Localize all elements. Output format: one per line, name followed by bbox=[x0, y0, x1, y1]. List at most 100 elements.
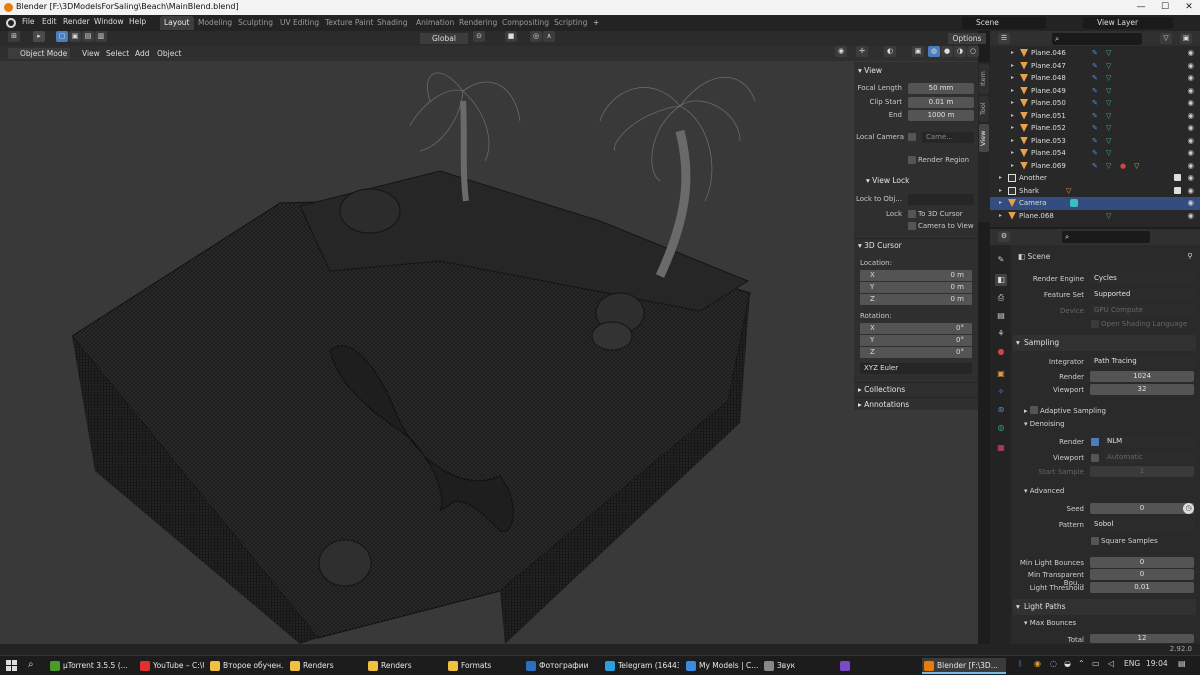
mesh-data-icon[interactable]: ▽ bbox=[1106, 62, 1114, 70]
network-icon[interactable]: ▭ bbox=[1092, 659, 1100, 668]
select-mode-icon[interactable]: ▢ bbox=[56, 31, 68, 42]
menu-add[interactable]: Add bbox=[135, 48, 150, 59]
mesh-data-icon[interactable]: ▽ bbox=[1106, 87, 1114, 95]
tab-compositing[interactable]: Compositing bbox=[498, 16, 553, 30]
taskbar-item[interactable] bbox=[838, 658, 856, 674]
outliner-row[interactable]: ▸ Another ◉ bbox=[990, 172, 1200, 185]
eye-icon[interactable]: ◉ bbox=[1187, 61, 1194, 70]
denoise-viewport-checkbox[interactable] bbox=[1091, 454, 1099, 462]
chevron-up-icon[interactable]: ⌃ bbox=[1078, 659, 1085, 668]
advanced-header[interactable]: ▾ Advanced bbox=[1024, 487, 1064, 495]
mesh-data-icon[interactable]: ▽ bbox=[1106, 212, 1114, 220]
render-samples-field[interactable]: 1024 bbox=[1090, 371, 1194, 382]
outliner-row[interactable]: ▸ Plane.069 ▽ ✎ ● ▽ ◉ bbox=[990, 160, 1200, 173]
viewport-samples-field[interactable]: 32 bbox=[1090, 384, 1194, 395]
editor-type-icon[interactable]: ⊞ bbox=[8, 31, 20, 42]
outliner-row[interactable]: ▸ Plane.054 ▽ ✎ ◉ bbox=[990, 147, 1200, 160]
select-intersect-icon[interactable]: ▥ bbox=[95, 31, 107, 42]
tray-app-icon[interactable]: ◉ bbox=[1034, 659, 1041, 668]
falloff-icon[interactable]: ∧ bbox=[543, 31, 555, 42]
outliner-row[interactable]: ▸ Plane.053 ▽ ✎ ◉ bbox=[990, 135, 1200, 148]
chevron-right-icon[interactable]: ▸ bbox=[1011, 49, 1014, 56]
object-data-icon[interactable]: ▽ bbox=[1066, 187, 1074, 195]
mesh-data-icon[interactable]: ▽ bbox=[1106, 99, 1114, 107]
tool-icon[interactable]: ✎ bbox=[995, 254, 1007, 266]
filter-icon[interactable]: ▽ bbox=[1160, 33, 1172, 44]
material-shading-icon[interactable]: ◑ bbox=[954, 46, 966, 57]
max-bounces-header[interactable]: ▾ Max Bounces bbox=[1024, 619, 1076, 627]
exclude-checkbox[interactable] bbox=[1174, 186, 1181, 194]
taskbar-item[interactable]: Blender [F:\3D... bbox=[922, 658, 1006, 674]
properties-editor-type-icon[interactable]: ⚙ bbox=[998, 231, 1010, 242]
modifier-icon[interactable]: ✎ bbox=[1092, 74, 1100, 82]
modifier-icon[interactable]: ✎ bbox=[1092, 137, 1100, 145]
mesh-data-icon[interactable]: ▽ bbox=[1106, 137, 1114, 145]
modifier-icon[interactable]: ✎ bbox=[1092, 162, 1100, 170]
menu-render[interactable]: Render bbox=[63, 17, 90, 26]
local-camera-field[interactable]: Came... bbox=[922, 132, 974, 143]
adaptive-checkbox[interactable] bbox=[1029, 406, 1038, 414]
outliner-row[interactable]: ▸ Camera ◉ bbox=[990, 197, 1200, 210]
start-sample-field[interactable]: 1 bbox=[1090, 466, 1194, 477]
volume-icon[interactable]: ◁ bbox=[1108, 659, 1114, 668]
minimize-button[interactable]: — bbox=[1130, 0, 1152, 15]
scene-icon[interactable]: ⚘ bbox=[995, 328, 1007, 340]
solid-shading-icon[interactable]: ● bbox=[941, 46, 953, 57]
pivot-icon[interactable]: ⊙ bbox=[473, 31, 485, 42]
mesh-data-icon[interactable]: ▽ bbox=[1106, 162, 1114, 170]
mode-dropdown[interactable]: Object Mode bbox=[8, 48, 70, 59]
snap-icon[interactable]: ■ bbox=[505, 31, 517, 42]
view-lock-header[interactable]: ▾ View Lock bbox=[854, 174, 978, 188]
light-threshold-field[interactable]: 0.01 bbox=[1090, 582, 1194, 593]
modifier-icon[interactable]: ✎ bbox=[1092, 99, 1100, 107]
outliner-row[interactable]: ▸ Plane.068 ▽ ◉ bbox=[990, 210, 1200, 223]
denoise-render-checkbox[interactable] bbox=[1091, 438, 1099, 446]
menu-object[interactable]: Object bbox=[157, 48, 181, 59]
outliner-row[interactable]: ▸ Shark ▽ ◉ bbox=[990, 185, 1200, 198]
outliner-editor-type-icon[interactable]: ☰ bbox=[998, 33, 1010, 44]
pattern-dropdown[interactable]: Sobol bbox=[1090, 519, 1194, 530]
3d-cursor-header[interactable]: ▾ 3D Cursor bbox=[854, 238, 978, 252]
tab-animation[interactable]: Animation bbox=[412, 16, 458, 30]
clock[interactable]: 19:04 bbox=[1146, 659, 1168, 668]
camera-to-view-checkbox[interactable] bbox=[908, 222, 916, 230]
cursor-rotation-x[interactable]: X 0° bbox=[860, 323, 972, 334]
modifier-icon[interactable]: ✎ bbox=[1092, 124, 1100, 132]
chevron-right-icon[interactable]: ▸ bbox=[1011, 74, 1014, 81]
render-icon[interactable]: ◧ bbox=[995, 274, 1007, 286]
new-collection-icon[interactable]: ▣ bbox=[1180, 33, 1192, 44]
denoise-viewport-dropdown[interactable]: Automatic bbox=[1103, 452, 1194, 463]
lock-to-object-field[interactable] bbox=[908, 194, 974, 205]
windows-start-icon[interactable] bbox=[6, 660, 17, 671]
tray-app2-icon[interactable]: ◌ bbox=[1050, 659, 1057, 668]
taskbar-item[interactable]: Звук bbox=[762, 658, 832, 674]
view-section-header[interactable]: ▾ View bbox=[854, 64, 978, 78]
chevron-right-icon[interactable]: ▸ bbox=[999, 187, 1002, 194]
add-workspace-button[interactable]: + bbox=[589, 16, 603, 30]
chevron-right-icon[interactable]: ▸ bbox=[999, 174, 1002, 181]
taskbar-item[interactable]: YouTube – C:\U... bbox=[138, 658, 204, 674]
cursor-location-x[interactable]: X 0 m bbox=[860, 270, 972, 281]
particles-icon[interactable]: ⊛ bbox=[995, 404, 1007, 416]
material-icon[interactable]: ● bbox=[1120, 162, 1128, 170]
menu-file[interactable]: File bbox=[22, 17, 35, 26]
clip-end-field[interactable]: 1000 m bbox=[908, 110, 974, 121]
mesh-data-icon[interactable]: ▽ bbox=[1106, 74, 1114, 82]
chevron-right-icon[interactable]: ▸ bbox=[1011, 99, 1014, 106]
min-transparent-bounces-field[interactable]: 0 bbox=[1090, 569, 1194, 580]
cursor-rotation-z[interactable]: Z 0° bbox=[860, 347, 972, 358]
view-layer-icon[interactable]: ▤ bbox=[995, 310, 1007, 322]
outliner-search-input[interactable]: ⌕ bbox=[1052, 33, 1142, 45]
tab-layout[interactable]: Layout bbox=[160, 16, 194, 30]
chevron-right-icon[interactable]: ▸ bbox=[1011, 62, 1014, 69]
taskbar-item[interactable]: µTorrent 3.5.5 (... bbox=[48, 658, 128, 674]
local-camera-checkbox[interactable] bbox=[908, 133, 916, 141]
tab-rendering[interactable]: Rendering bbox=[455, 16, 501, 30]
mesh-data-icon[interactable]: ▽ bbox=[1106, 124, 1114, 132]
select-subtract-icon[interactable]: ▤ bbox=[82, 31, 94, 42]
object-icon[interactable]: ▣ bbox=[995, 368, 1007, 380]
proportional-edit-icon[interactable]: ◎ bbox=[530, 31, 542, 42]
annotations-header[interactable]: ▸ Annotations bbox=[854, 397, 978, 411]
close-button[interactable]: ✕ bbox=[1178, 0, 1200, 15]
outliner-row[interactable]: ▸ Plane.049 ▽ ✎ ◉ bbox=[990, 85, 1200, 98]
